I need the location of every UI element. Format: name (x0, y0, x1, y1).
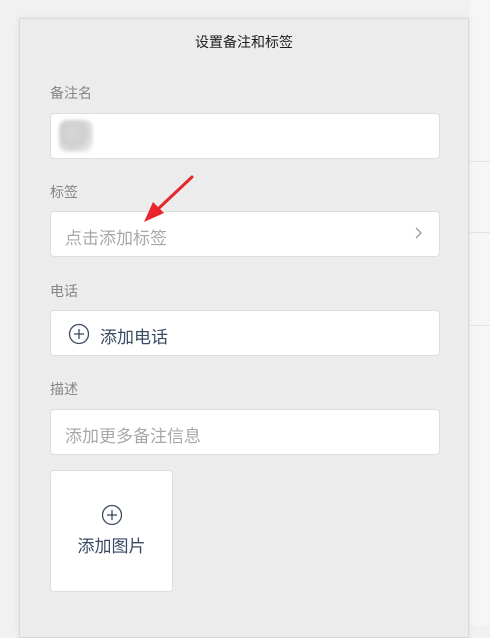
plus-circle-icon (101, 504, 123, 526)
description-placeholder: 添加更多备注信息 (65, 427, 201, 447)
dialog-title: 设置备注和标签 (195, 35, 293, 51)
add-tag-field[interactable]: 点击添加标签 (50, 211, 440, 257)
description-input[interactable]: 添加更多备注信息 (50, 409, 440, 455)
add-photo-button[interactable]: 添加图片 (50, 470, 173, 592)
background-panel (470, 0, 490, 626)
add-phone-button[interactable]: 添加电话 (50, 310, 440, 356)
add-phone-label: 添加电话 (100, 328, 168, 348)
background-divider (470, 161, 490, 162)
background-divider (470, 325, 490, 326)
phone-label: 电话 (50, 284, 78, 300)
remark-tag-dialog: 设置备注和标签 备注名 标签 点击添加标签 电话 添加电话 描述 添加更多备注信… (19, 18, 469, 638)
background-divider (470, 232, 490, 233)
plus-circle-icon (68, 323, 90, 345)
tags-label: 标签 (50, 185, 78, 201)
remark-name-input[interactable] (50, 113, 440, 159)
remark-label: 备注名 (50, 86, 92, 102)
description-label: 描述 (50, 382, 78, 398)
blurred-name-image (59, 120, 93, 152)
chevron-right-icon (415, 227, 422, 239)
add-photo-label: 添加图片 (77, 537, 146, 557)
red-arrow-annotation (144, 175, 194, 222)
